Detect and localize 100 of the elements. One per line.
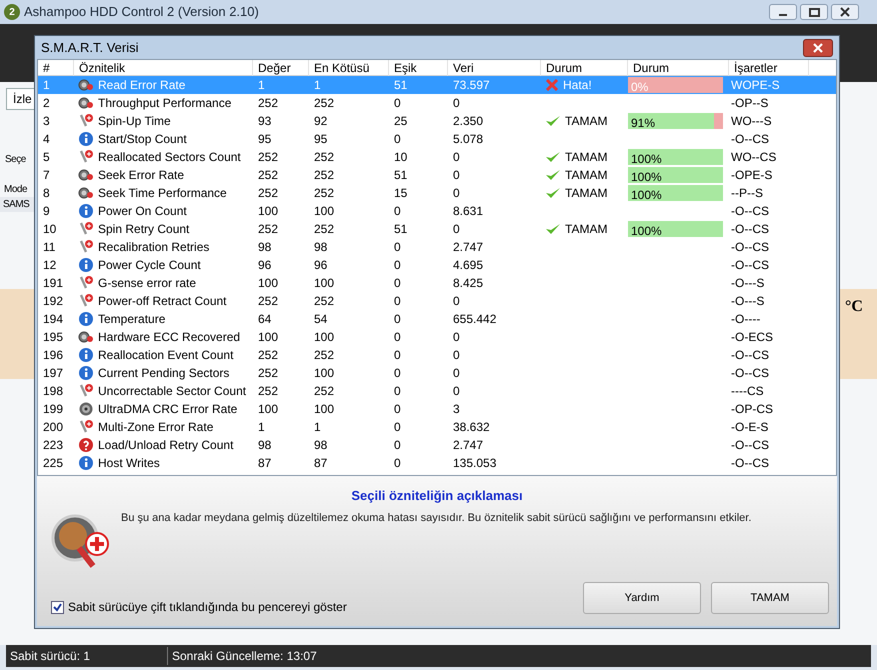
table-cell-text: 252 bbox=[257, 383, 280, 400]
table-row[interactable]: 192 Power-off Retract Count 252 252 0 0 -O---S bbox=[38, 292, 836, 310]
pin-icon bbox=[78, 293, 94, 309]
table-row[interactable]: 196 Reallocation Event Count 252 252 0 0 -O--CS bbox=[38, 346, 836, 364]
health-percent: 100% bbox=[631, 169, 662, 186]
table-cell-text: 0 bbox=[452, 185, 461, 202]
table-cell-text: 252 bbox=[257, 293, 280, 310]
table-row[interactable]: 11 Recalibration Retries 98 98 0 2.747 -O--CS bbox=[38, 238, 836, 256]
table-row[interactable]: 2 Throughput Performance 252 252 0 0 -OP--S bbox=[38, 94, 836, 112]
table-cell-text: -O--CS bbox=[730, 455, 770, 472]
table-row[interactable]: 198 Uncorrectable Sector Count 252 252 0 0 ----CS bbox=[38, 382, 836, 400]
table-row[interactable]: 9 Power On Count 100 100 0 8.631 -O--CS bbox=[38, 202, 836, 220]
table-cell-text: 0 bbox=[393, 311, 402, 328]
table-cell-text: 0 bbox=[393, 95, 402, 112]
table-cell-text: 11 bbox=[42, 239, 56, 256]
table-cell-text: Start/Stop Count bbox=[98, 131, 187, 148]
temperature-unit: °C bbox=[845, 297, 863, 317]
table-row[interactable]: 194 Temperature 64 54 0 655.442 -O---- bbox=[38, 310, 836, 328]
checkbox-label: Sabit sürücüye çift tıklandığında bu pencereyi göster bbox=[68, 599, 347, 616]
table-cell-text: 0 bbox=[452, 347, 461, 364]
table-cell-text: 252 bbox=[257, 167, 280, 184]
minimize-icon bbox=[779, 14, 787, 16]
help-icon bbox=[78, 437, 94, 453]
table-cell-text: 51 bbox=[393, 221, 408, 238]
pin-icon bbox=[78, 419, 94, 435]
table-cell-text: 100 bbox=[313, 329, 336, 346]
table-cell-text: -OP-CS bbox=[730, 401, 774, 418]
table-row[interactable]: 7 Seek Error Rate 252 252 51 0 TAMAM 100% -OPE-S bbox=[38, 166, 836, 184]
table-row[interactable]: 10 Spin Retry Count 252 252 51 0 TAMAM 100% -O--CS bbox=[38, 220, 836, 238]
table-cell-text: 197 bbox=[42, 365, 64, 382]
table-cell-text: 225 bbox=[42, 455, 64, 472]
table-cell-text: 73.597 bbox=[452, 77, 491, 94]
table-cell-text: 100 bbox=[257, 401, 280, 418]
table-cell-text: 38.632 bbox=[452, 419, 491, 436]
status-text: TAMAM bbox=[565, 113, 608, 130]
table-cell-text: Throughput Performance bbox=[98, 95, 232, 112]
dialog-button[interactable]: TAMAM bbox=[711, 582, 829, 614]
table-cell-text: 98 bbox=[313, 437, 328, 454]
table-cell-text: 252 bbox=[313, 383, 336, 400]
table-cell-text: Current Pending Sectors bbox=[98, 365, 230, 382]
table-cell-text: Power-off Retract Count bbox=[98, 293, 227, 310]
table-cell-text: 4.695 bbox=[452, 257, 484, 274]
gauge-icon bbox=[78, 95, 94, 111]
health-percent: 0% bbox=[631, 79, 648, 96]
minimize-button[interactable] bbox=[769, 4, 797, 20]
table-cell-text: 100 bbox=[257, 329, 280, 346]
table-cell-text: 2.747 bbox=[452, 239, 484, 256]
table-cell-text: 2.350 bbox=[452, 113, 484, 130]
table-cell-text: 100 bbox=[313, 275, 336, 292]
table-cell-text: 252 bbox=[313, 347, 336, 364]
table-cell-text: -O---- bbox=[730, 311, 762, 328]
disc-icon bbox=[78, 401, 94, 417]
dialog-button[interactable]: Yardım bbox=[583, 582, 701, 614]
table-row[interactable]: 195 Hardware ECC Recovered 100 100 0 0 -O-ECS bbox=[38, 328, 836, 346]
table-cell-text: 0 bbox=[452, 293, 461, 310]
close-button[interactable] bbox=[831, 4, 859, 20]
info-icon bbox=[78, 203, 94, 219]
table-cell-text: 9 bbox=[42, 203, 51, 220]
table-row[interactable]: 200 Multi-Zone Error Rate 1 1 0 38.632 -O-E-S bbox=[38, 418, 836, 436]
table-cell-text: 100 bbox=[313, 203, 336, 220]
table-cell-text: 2 bbox=[42, 95, 51, 112]
list-row: SAMS bbox=[0, 197, 34, 212]
table-row[interactable]: 12 Power Cycle Count 96 96 0 4.695 -O--CS bbox=[38, 256, 836, 274]
close-button[interactable] bbox=[803, 38, 833, 56]
table-cell-text: 252 bbox=[257, 347, 280, 364]
dialog-title: S.M.A.R.T. Verisi bbox=[41, 38, 139, 57]
table-row[interactable]: 5 Reallocated Sectors Count 252 252 10 0 TAMAM 100% WO--CS bbox=[38, 148, 836, 166]
table-cell-text: 5.078 bbox=[452, 131, 484, 148]
table-cell-text: 252 bbox=[257, 149, 280, 166]
table-cell-text: -O---S bbox=[730, 275, 766, 292]
table-cell-text: 0 bbox=[393, 257, 402, 274]
table-row[interactable]: 223 Load/Unload Retry Count 98 98 0 2.747 -O--CS bbox=[38, 436, 836, 454]
table-cell-text: 100 bbox=[257, 203, 280, 220]
table-cell-text: Seek Time Performance bbox=[98, 185, 227, 202]
table-row[interactable]: 8 Seek Time Performance 252 252 15 0 TAMAM 100% --P--S bbox=[38, 184, 836, 202]
table-row[interactable]: 4 Start/Stop Count 95 95 0 5.078 -O--CS bbox=[38, 130, 836, 148]
table-cell-text: WO--CS bbox=[730, 149, 778, 166]
table-cell-text: 0 bbox=[393, 419, 402, 436]
table-cell-text: Hardware ECC Recovered bbox=[98, 329, 240, 346]
table-cell-text: Reallocation Event Count bbox=[98, 347, 234, 364]
table-cell-text: 96 bbox=[313, 257, 328, 274]
table-cell-text: -O--CS bbox=[730, 347, 770, 364]
table-cell-text: 1 bbox=[257, 419, 266, 436]
status-text: TAMAM bbox=[565, 221, 608, 238]
table-row[interactable]: 199 UltraDMA CRC Error Rate 100 100 0 3 -OP-CS bbox=[38, 400, 836, 418]
table-row[interactable]: 197 Current Pending Sectors 252 100 0 0 -O--CS bbox=[38, 364, 836, 382]
maximize-button[interactable] bbox=[800, 4, 828, 20]
table-row[interactable]: 191 G-sense error rate 100 100 0 8.425 -O---S bbox=[38, 274, 836, 292]
table-cell-text: -O--CS bbox=[730, 239, 770, 256]
checkbox[interactable] bbox=[51, 600, 64, 614]
table-cell-text: Reallocated Sectors Count bbox=[98, 149, 241, 166]
table-cell-text: -OPE-S bbox=[730, 167, 774, 184]
table-cell-text: 98 bbox=[313, 239, 328, 256]
table-cell-text: 51 bbox=[393, 77, 408, 94]
table-row[interactable]: 225 Host Writes 87 87 0 135.053 -O--CS bbox=[38, 454, 836, 472]
table-row[interactable]: 3 Spin-Up Time 93 92 25 2.350 TAMAM 91% WO---S bbox=[38, 112, 836, 130]
table-cell-text: 100 bbox=[313, 401, 336, 418]
table-cell-text: 0 bbox=[393, 131, 402, 148]
table-cell-text: 200 bbox=[42, 419, 64, 436]
table-cell-text: 64 bbox=[257, 311, 272, 328]
